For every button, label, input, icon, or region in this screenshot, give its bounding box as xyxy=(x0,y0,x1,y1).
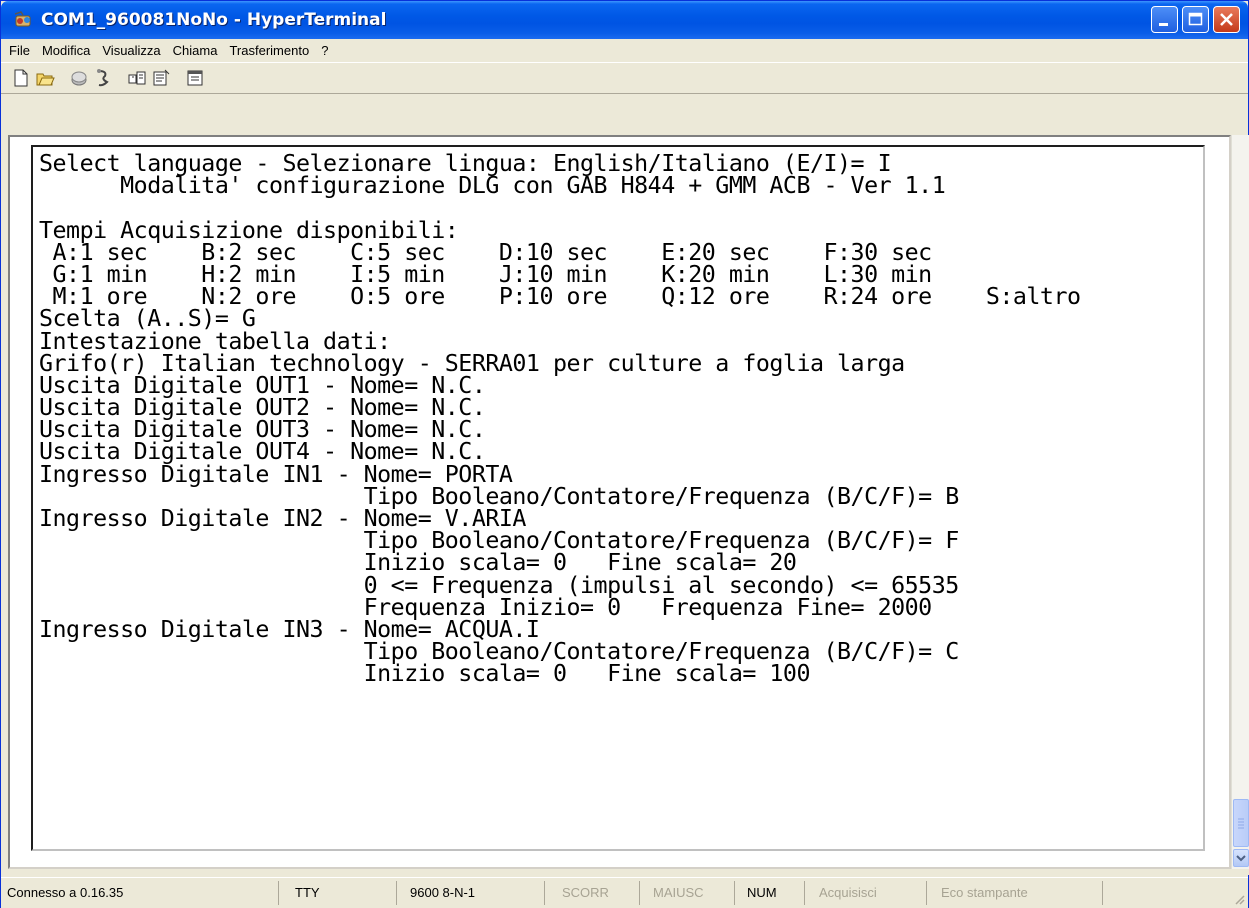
maximize-button[interactable] xyxy=(1182,6,1209,33)
menu-visualizza[interactable]: Visualizza xyxy=(96,43,166,58)
send-icon[interactable] xyxy=(127,68,147,88)
minimize-button[interactable] xyxy=(1151,6,1178,33)
vertical-scrollbar[interactable] xyxy=(1231,135,1249,869)
close-icon xyxy=(1220,13,1233,26)
menu-trasferimento[interactable]: Trasferimento xyxy=(223,43,315,58)
minimize-icon xyxy=(1159,23,1168,26)
window-title: COM1_960081NoNo - HyperTerminal xyxy=(41,10,387,30)
maximize-icon xyxy=(1188,12,1203,26)
status-num: NUM xyxy=(734,881,804,905)
status-print-echo: Eco stampante xyxy=(926,881,1102,905)
menu-bar: File Modifica Visualizza Chiama Trasferi… xyxy=(1,39,1248,61)
scroll-down-button[interactable] xyxy=(1233,849,1249,867)
status-port-settings: 9600 8-N-1 xyxy=(396,881,544,905)
menu-help[interactable]: ? xyxy=(315,43,334,58)
open-icon[interactable] xyxy=(35,68,55,88)
terminal-line: Modalita' configurazione DLG con GAB H84… xyxy=(39,172,946,200)
new-icon[interactable] xyxy=(11,68,31,88)
terminal-line: Inizio scala= 0 Fine scala= 100 xyxy=(39,660,811,688)
scrollbar-thumb[interactable] xyxy=(1233,799,1249,847)
status-scroll: SCORR xyxy=(544,881,639,905)
status-capture: Acquisisci xyxy=(804,881,926,905)
grip-icon xyxy=(1238,818,1244,829)
status-empty-cell xyxy=(1102,881,1228,905)
properties-icon[interactable] xyxy=(185,68,205,88)
title-bar[interactable]: COM1_960081NoNo - HyperTerminal xyxy=(1,1,1248,39)
bottom-frame-strip xyxy=(8,869,1249,875)
resize-grip-icon[interactable] xyxy=(1232,892,1246,906)
terminal-output[interactable]: Select language - Selezionare lingua: En… xyxy=(39,153,1199,843)
status-connection: Connesso a 0.16.35 xyxy=(7,885,124,900)
hyperterminal-app-icon xyxy=(14,11,31,27)
receive-icon[interactable] xyxy=(151,68,171,88)
status-bar: Connesso a 0.16.35 TTY 9600 8-N-1 SCORR … xyxy=(1,877,1248,908)
close-button[interactable] xyxy=(1213,6,1240,33)
chevron-down-icon xyxy=(1236,855,1246,862)
menu-chiama[interactable]: Chiama xyxy=(167,43,224,58)
menu-modifica[interactable]: Modifica xyxy=(36,43,96,58)
call-icon[interactable] xyxy=(93,68,113,88)
toolbar xyxy=(1,62,1248,94)
status-emulation: TTY xyxy=(278,881,396,905)
menu-file[interactable]: File xyxy=(1,43,36,58)
status-caps: MAIUSC xyxy=(639,881,734,905)
disconnect-icon[interactable] xyxy=(69,68,89,88)
hyperterminal-window: COM1_960081NoNo - HyperTerminal File Mod… xyxy=(0,0,1249,908)
